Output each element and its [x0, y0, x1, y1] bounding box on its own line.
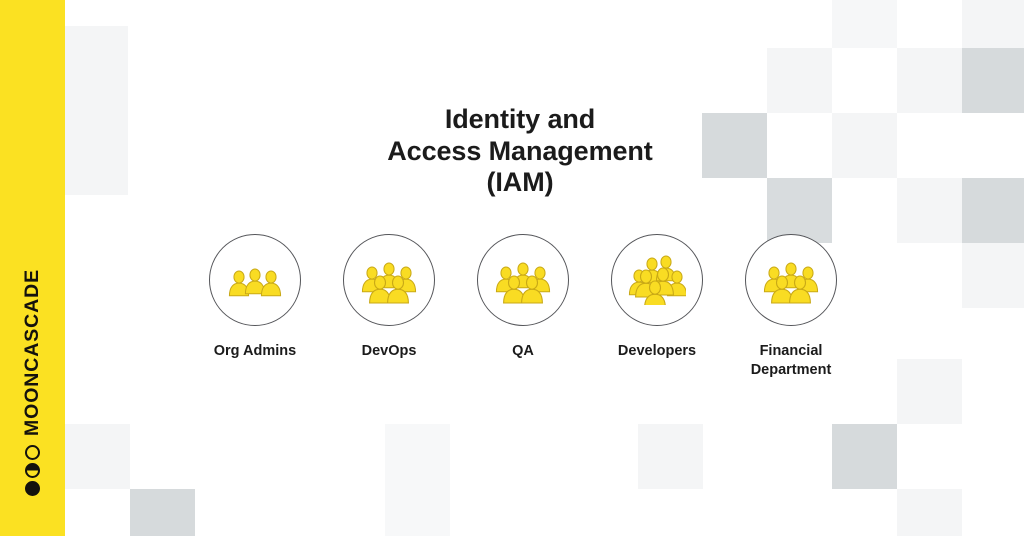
group-label: Financial Department	[750, 343, 832, 379]
decorative-square	[897, 178, 962, 243]
page-title-line-2: Access Management	[387, 135, 653, 166]
half-filled-circle-icon	[25, 463, 40, 478]
group-label: DevOps	[361, 343, 417, 359]
group-label: QA	[512, 343, 534, 359]
group-row: Org Admins DevOps QA Developers Financial De…	[188, 234, 858, 404]
slide-canvas: MOONCASCADE Identity and Access Manageme…	[0, 0, 1024, 536]
decorative-square	[962, 48, 1024, 113]
brand-sidebar: MOONCASCADE	[0, 0, 65, 536]
person-silhouette-back	[260, 270, 282, 297]
group-item[interactable]: Financial Department	[724, 234, 858, 404]
decorative-square	[130, 489, 195, 536]
decorative-square	[832, 0, 897, 48]
people-group-5-icon	[745, 234, 837, 326]
decorative-square	[65, 424, 130, 489]
outline-circle-icon	[25, 445, 40, 460]
decorative-square	[962, 243, 1024, 308]
group-item[interactable]: Org Admins	[188, 234, 322, 404]
filled-circle-icon	[25, 481, 40, 496]
decorative-square	[832, 113, 897, 178]
brand-logo	[25, 445, 40, 496]
decorative-square	[65, 26, 128, 195]
decorative-square	[962, 178, 1024, 243]
decorative-square	[962, 0, 1024, 48]
page-title-line-1: Identity and	[444, 104, 596, 134]
page-title: Identity and Access Management (IAM)	[300, 104, 740, 199]
decorative-square	[638, 424, 703, 489]
people-group-5-icon	[343, 234, 435, 326]
decorative-square	[832, 424, 897, 489]
people-group-5-icon	[477, 234, 569, 326]
people-group-3-icon	[209, 234, 301, 326]
group-label: Org Admins	[213, 343, 297, 359]
decorative-square	[897, 489, 962, 536]
group-item[interactable]: Developers	[590, 234, 724, 404]
brand-stack: MOONCASCADE	[0, 269, 65, 496]
page-title-line-3: (IAM)	[486, 167, 554, 198]
decorative-square	[897, 48, 962, 113]
decorative-square	[767, 48, 832, 113]
group-label: Developers	[617, 343, 697, 359]
group-item[interactable]: QA	[456, 234, 590, 404]
decorative-square	[897, 359, 962, 424]
decorative-square	[385, 424, 450, 536]
brand-name: MOONCASCADE	[20, 269, 43, 436]
people-group-7-icon	[611, 234, 703, 326]
group-item[interactable]: DevOps	[322, 234, 456, 404]
